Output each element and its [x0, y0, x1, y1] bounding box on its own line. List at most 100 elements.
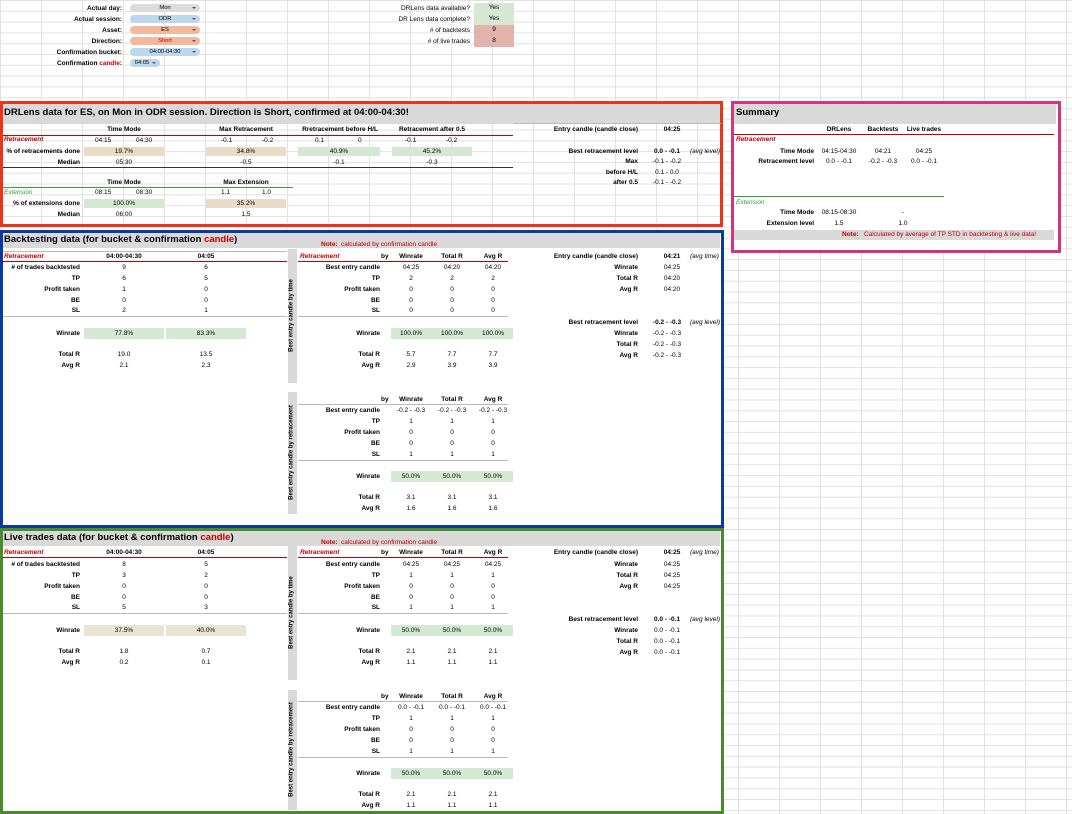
lv-bytime-row-label: Profit taken [344, 583, 380, 590]
bt-cell: 5 [204, 275, 208, 282]
cell: 1.1 [406, 802, 416, 809]
cell: 2.1 [406, 648, 416, 655]
lv-best-value: 0.0 - -0.1 [653, 616, 680, 623]
cell: 2.1 [406, 791, 416, 798]
cell: 1 [409, 572, 413, 579]
ext-h-max: Max Extension [223, 179, 269, 186]
cell: 0 [491, 737, 495, 744]
lv-side-value: 0.0 - -0.1 [653, 638, 680, 645]
lv-cell: 3 [122, 572, 126, 579]
cell: 0 [450, 307, 454, 314]
cell: 1 [491, 572, 495, 579]
cell: 0 [450, 440, 454, 447]
bt-side-label: Winrate [614, 264, 638, 271]
bt-side-label: Total R [616, 275, 638, 282]
bt-avgr-a: 2.1 [119, 362, 129, 369]
bt-ret-label: Retracement [4, 253, 44, 260]
cell: 0 [409, 429, 413, 436]
lv-time-vlabel: Best entry candle by time [288, 576, 295, 649]
cell: 0 [409, 583, 413, 590]
bt-row-label: # of trades backtested [11, 264, 80, 271]
h-col: Avg R [483, 693, 503, 700]
direction-dropdown[interactable]: Short [130, 37, 200, 45]
lv-best-note: (avg level) [690, 616, 720, 623]
cell: 3.9 [447, 362, 457, 369]
summary-cell: 1.5 [834, 220, 844, 227]
lv-row-label: BE [70, 594, 80, 601]
lv-byret-avgr-label: Avg R [361, 802, 380, 809]
lv-winrate-a: 37.5% [114, 627, 134, 634]
emx-a: 1.1 [221, 189, 231, 196]
divider [3, 135, 513, 136]
cell: 2 [409, 275, 413, 282]
divider [734, 134, 1054, 135]
lv-cell: 8 [122, 561, 126, 568]
lv-totalr-b: 0.7 [201, 648, 211, 655]
confirmation-candle-label: Confirmation candle: [30, 59, 122, 68]
actual-day-dropdown[interactable]: Mon [130, 4, 200, 12]
lv-bytime-winrate-label: Winrate [356, 627, 380, 634]
asset-dropdown[interactable]: ES [130, 26, 200, 34]
num-backtests-value: 9 [474, 25, 514, 36]
cell: 1 [409, 418, 413, 425]
cell: 1 [450, 604, 454, 611]
cell: 0.0 - -0.1 [479, 704, 506, 711]
confirmation-candle-dropdown[interactable]: 04:05 [130, 59, 160, 67]
h-time-mode: Time Mode [107, 126, 141, 133]
cell: 100.0% [440, 330, 464, 337]
h-col: Winrate [399, 549, 423, 556]
summary-note: Calculated by average of TP STD in backt… [864, 231, 1037, 238]
lv-side-label: Avg R [619, 583, 638, 590]
cell: 0 [491, 583, 495, 590]
actual-session-dropdown[interactable]: ODR [130, 15, 200, 23]
cell: 0 [491, 726, 495, 733]
pct-mr: 34.8% [236, 148, 256, 155]
lv-side-label: Total R [616, 572, 638, 579]
cell: 1 [491, 418, 495, 425]
divider [298, 701, 508, 702]
best-ret-value: 0.0 - -0.1 [653, 148, 680, 155]
num-live-label: # of live trades [427, 38, 470, 45]
lv-totalr-a: 1.8 [119, 648, 129, 655]
cell: 1 [450, 451, 454, 458]
cell: 50.0% [401, 770, 421, 777]
lv-side-label: Winrate [614, 627, 638, 634]
confirmation-bucket-dropdown[interactable]: 04:00-04:30 [130, 48, 200, 56]
divider [3, 261, 287, 262]
bt-winrate-label: Winrate [56, 330, 80, 337]
bt-side-label: Avg R [619, 352, 638, 359]
lv-row-label: TP [71, 572, 80, 579]
bt-best-label: Best retracement level [568, 319, 638, 326]
cell: 1.6 [406, 505, 416, 512]
h-col: Winrate [399, 253, 423, 260]
bt-cell: 2 [122, 307, 126, 314]
pct-ra: 45.2% [422, 148, 442, 155]
lv-side-value: 04:25 [663, 583, 681, 590]
divider [514, 123, 721, 124]
divider [3, 613, 287, 614]
divider [298, 613, 508, 614]
asset-label: Asset: [102, 27, 122, 34]
lv-entry-note: (avg time) [690, 549, 719, 556]
before-value: 0.1 - 0.0 [655, 169, 679, 176]
median-label: Median [57, 159, 80, 166]
divider [298, 316, 508, 317]
cell: 1 [491, 604, 495, 611]
med-tm: 05:30 [115, 159, 133, 166]
ext-h-time-mode: Time Mode [107, 179, 141, 186]
lv-best-label: Best retracement level [568, 616, 638, 623]
cell: 1 [450, 572, 454, 579]
cell: 0 [491, 307, 495, 314]
cell: 1 [491, 715, 495, 722]
lv-byret-row-label: BE [370, 737, 380, 744]
divider [3, 251, 287, 252]
num-backtests-label: # of backtests [429, 27, 470, 34]
actual-session-label: Actual session: [73, 16, 122, 23]
cell: 50.0% [401, 473, 421, 480]
pct-rb: 40.9% [329, 148, 349, 155]
h-ret-before: Rretracement before H/L [302, 126, 378, 133]
cell: 100.0% [399, 330, 423, 337]
lv-byret-row-label: SL [371, 748, 380, 755]
summary-cell: 1.0 [898, 220, 908, 227]
cell: 1 [450, 748, 454, 755]
